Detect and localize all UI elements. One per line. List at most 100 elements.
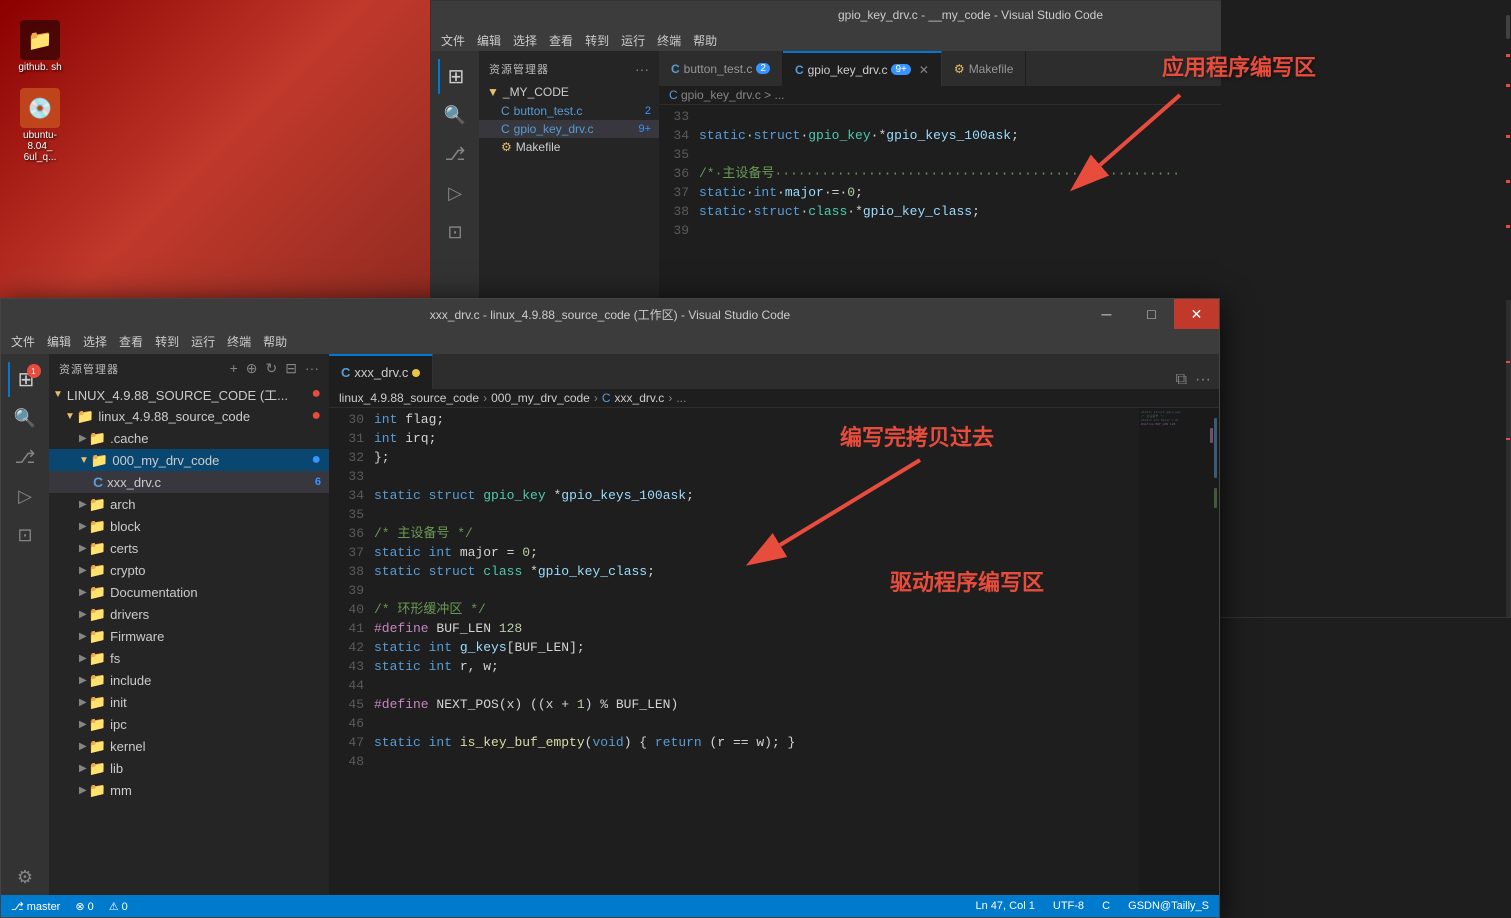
- modified-dot: [412, 369, 420, 377]
- fg-debug-icon[interactable]: ▷: [8, 479, 43, 514]
- status-position[interactable]: Ln 47, Col 1: [976, 900, 1035, 912]
- ubuntu-icon: 💿: [20, 88, 60, 128]
- bg-ext-icon[interactable]: ⊡: [438, 215, 473, 250]
- tree-root[interactable]: ▼ LINUX_4.9.88_SOURCE_CODE (工... ●: [49, 383, 329, 405]
- bg-tab-3[interactable]: ⚙Makefile: [942, 51, 1026, 86]
- tree-include[interactable]: ▶ 📁 include: [49, 669, 329, 691]
- bg-tab-close[interactable]: ✕: [919, 63, 929, 77]
- tree-000-folder[interactable]: ▼ 📁 000_my_drv_code ●: [49, 449, 329, 471]
- bg-file-1[interactable]: C button_test.c 2: [479, 102, 659, 120]
- code-line-44: [374, 676, 1139, 695]
- fg-maximize-button[interactable]: □: [1129, 299, 1174, 329]
- status-lang[interactable]: C: [1102, 900, 1110, 912]
- code-line-41: #define BUF_LEN 128: [374, 619, 1139, 638]
- bg-file-3[interactable]: ⚙ Makefile: [479, 138, 659, 156]
- status-warnings[interactable]: ⚠ 0: [109, 900, 128, 913]
- fg-minimap[interactable]: static struct gpio_key /* 主设备号 */ static…: [1139, 408, 1219, 895]
- scrollbar-mark-1: [1506, 54, 1510, 57]
- tree-certs[interactable]: ▶ 📁 certs: [49, 537, 329, 559]
- root-badge: ●: [311, 385, 321, 403]
- tree-crypto[interactable]: ▶ 📁 crypto: [49, 559, 329, 581]
- bg-search-icon[interactable]: 🔍: [438, 98, 473, 133]
- menu-select[interactable]: 选择: [513, 32, 537, 49]
- fg-ext-icon[interactable]: ⊡: [8, 518, 43, 553]
- fg-menu-view[interactable]: 查看: [119, 333, 143, 350]
- fg-menu-goto[interactable]: 转到: [155, 333, 179, 350]
- tree-ipc[interactable]: ▶ 📁 ipc: [49, 713, 329, 735]
- fg-tab-active[interactable]: C xxx_drv.c: [329, 354, 433, 389]
- bg-folder-item[interactable]: ▼ _MY_CODE: [479, 82, 659, 102]
- fg-refresh-icon[interactable]: ↻: [266, 360, 278, 377]
- bg-file-2[interactable]: C gpio_key_drv.c 9+: [479, 120, 659, 138]
- fg-tabs-list: C xxx_drv.c: [329, 354, 433, 389]
- tree-block[interactable]: ▶ 📁 block: [49, 515, 329, 537]
- code-line-32: };: [374, 448, 1139, 467]
- right-scrollbar[interactable]: [1497, 0, 1511, 300]
- status-branch[interactable]: ⎇ master: [11, 900, 60, 913]
- xxx-badge: 6: [315, 476, 321, 488]
- fg-new-file-icon[interactable]: +: [230, 360, 238, 377]
- fg-explorer-icon[interactable]: ⊞ 1: [8, 362, 43, 397]
- fg-menu-terminal[interactable]: 终端: [227, 333, 251, 350]
- menu-view[interactable]: 查看: [549, 32, 573, 49]
- tree-linux-folder[interactable]: ▼ 📁 linux_4.9.88_source_code ●: [49, 405, 329, 427]
- menu-help[interactable]: 帮助: [693, 32, 717, 49]
- desktop-icon-ubuntu[interactable]: 💿 ubuntu-8.04_6ul_q...: [10, 88, 70, 163]
- fg-search-icon[interactable]: 🔍: [8, 401, 43, 436]
- scrollbar-mark-4: [1506, 180, 1510, 183]
- tree-drivers[interactable]: ▶ 📁 drivers: [49, 603, 329, 625]
- fg-minimize-button[interactable]: ─: [1084, 299, 1129, 329]
- fg-menu-help[interactable]: 帮助: [263, 333, 287, 350]
- status-encoding[interactable]: UTF-8: [1053, 900, 1084, 912]
- fg-more-icon[interactable]: ···: [305, 360, 319, 377]
- fg-code-content[interactable]: int flag; int irq; }; static struct gpio…: [374, 408, 1139, 895]
- fg-more-actions-icon[interactable]: ···: [1195, 371, 1211, 389]
- tree-lib[interactable]: ▶ 📁 lib: [49, 757, 329, 779]
- bg-tab-1[interactable]: Cbutton_test.c 2: [659, 51, 783, 86]
- fg-activity-bar: ⊞ 1 🔍 ⎇ ▷ ⊡ ⚙: [1, 354, 49, 895]
- code-line-47: static int is_key_buf_empty(void) { retu…: [374, 733, 1139, 752]
- tree-init[interactable]: ▶ 📁 init: [49, 691, 329, 713]
- tree-mm[interactable]: ▶ 📁 mm: [49, 779, 329, 801]
- fg-split-editor-icon[interactable]: ⧉: [1176, 371, 1187, 389]
- tree-cache[interactable]: ▶ 📁 .cache: [49, 427, 329, 449]
- menu-goto[interactable]: 转到: [585, 32, 609, 49]
- code-line-40: /* 环形缓冲区 */: [374, 600, 1139, 619]
- scrollbar-mark-2: [1506, 84, 1510, 87]
- status-right: Ln 47, Col 1 UTF-8 C GSDN@Tailly_S: [976, 900, 1210, 912]
- bg-explorer-icon[interactable]: ⊞: [438, 59, 473, 94]
- fg-close-button[interactable]: ✕: [1174, 299, 1219, 329]
- bg-git-icon[interactable]: ⎇: [438, 137, 473, 172]
- bg-window-title: gpio_key_drv.c - __my_code - Visual Stud…: [838, 8, 1103, 22]
- fg-settings-icon[interactable]: ⚙: [8, 860, 43, 895]
- fg-menu-select[interactable]: 选择: [83, 333, 107, 350]
- minimap-content: static struct gpio_key /* 主设备号 */ static…: [1139, 408, 1219, 428]
- tree-xxx-file[interactable]: C xxx_drv.c 6: [49, 471, 329, 493]
- fg-collapse-icon[interactable]: ⊟: [285, 360, 297, 377]
- status-errors[interactable]: ⊗ 0: [75, 900, 93, 913]
- fg-menu-file[interactable]: 文件: [11, 333, 35, 350]
- bg-tab-2-active[interactable]: Cgpio_key_drv.c 9+ ✕: [783, 51, 942, 86]
- tree-arch[interactable]: ▶ 📁 arch: [49, 493, 329, 515]
- fg-new-folder-icon[interactable]: ⊕: [246, 360, 258, 377]
- menu-edit[interactable]: 编辑: [477, 32, 501, 49]
- menu-run[interactable]: 运行: [621, 32, 645, 49]
- code-line-31: int irq;: [374, 429, 1139, 448]
- tree-documentation[interactable]: ▶ 📁 Documentation: [49, 581, 329, 603]
- code-line-39: [374, 581, 1139, 600]
- fg-menu-run[interactable]: 运行: [191, 333, 215, 350]
- bg-sidebar-dots[interactable]: ···: [635, 61, 649, 77]
- tree-fs[interactable]: ▶ 📁 fs: [49, 647, 329, 669]
- tree-firmware[interactable]: ▶ 📁 Firmware: [49, 625, 329, 647]
- fg-win-buttons: ─ □ ✕: [1084, 299, 1219, 329]
- desktop-icon-github[interactable]: 📁 github. sh: [10, 20, 70, 73]
- fg-sidebar-toolbar[interactable]: + ⊕ ↻ ⊟ ···: [230, 360, 319, 377]
- fg-menu-edit[interactable]: 编辑: [47, 333, 71, 350]
- fg-git-icon[interactable]: ⎇: [8, 440, 43, 475]
- tree-kernel[interactable]: ▶ 📁 kernel: [49, 735, 329, 757]
- menu-file[interactable]: 文件: [441, 32, 465, 49]
- fg-code-area[interactable]: 30313233 34353637 38394041 42434445 4647…: [329, 408, 1219, 895]
- bg-run-icon[interactable]: ▷: [438, 176, 473, 211]
- status-tabnine[interactable]: GSDN@Tailly_S: [1128, 900, 1209, 912]
- menu-terminal[interactable]: 终端: [657, 32, 681, 49]
